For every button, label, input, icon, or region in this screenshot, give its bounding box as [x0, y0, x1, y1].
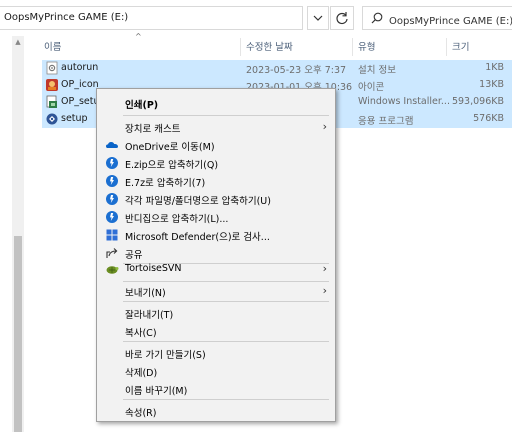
- column-header-name[interactable]: 이름: [44, 36, 61, 58]
- menu-item-label: 보내기(N): [125, 288, 166, 299]
- menu-item-label: OneDrive로 이동(M): [125, 142, 215, 153]
- bandizip-icon: [106, 175, 118, 187]
- onedrive-icon: [106, 142, 118, 148]
- menu-item-print[interactable]: 인쇄(P): [99, 93, 333, 113]
- menu-item-label: 인쇄(P): [125, 100, 159, 111]
- menu-item-create-shortcut[interactable]: 바로 가기 만들기(S): [99, 343, 333, 363]
- share-icon: [106, 248, 118, 258]
- address-history-dropdown[interactable]: [307, 6, 329, 30]
- file-type: Windows Installer...: [358, 96, 450, 107]
- menu-item-label: 잘라내기(T): [125, 310, 174, 321]
- search-box[interactable]: OopsMyPrince GAME (E:) 검: [362, 6, 512, 30]
- column-divider[interactable]: [240, 38, 241, 56]
- column-header-type[interactable]: 유형: [358, 36, 375, 58]
- chevron-down-icon: [313, 15, 323, 21]
- windows-defender-icon: [106, 229, 118, 241]
- sort-ascending-icon: ^: [135, 32, 142, 41]
- column-header-size[interactable]: 크기: [452, 36, 469, 58]
- menu-item-defender-scan[interactable]: Microsoft Defender(으)로 검사...: [99, 225, 333, 245]
- menu-item-compress-each[interactable]: 각각 파일명/폴더명으로 압축하기(U): [99, 189, 333, 209]
- file-type: 응용 프로그램: [358, 116, 414, 127]
- file-size: 593,096KB: [451, 96, 504, 107]
- file-name: setup: [61, 113, 88, 124]
- bandizip-icon: [106, 211, 118, 223]
- file-type: 설치 정보: [358, 65, 396, 76]
- menu-item-label: 속성(R): [125, 408, 157, 419]
- address-path: OopsMyPrince GAME (E:): [4, 12, 129, 23]
- menu-item-delete[interactable]: 삭제(D): [99, 361, 333, 381]
- file-type: 아이콘: [358, 82, 385, 93]
- settings-file-icon: [46, 61, 58, 75]
- file-modified: 2023-05-23 오후 7:37: [246, 65, 347, 76]
- menu-item-label: 복사(C): [125, 328, 157, 339]
- menu-item-label: 각각 파일명/폴더명으로 압축하기(U): [125, 196, 271, 207]
- submenu-arrow-icon: ›: [322, 120, 327, 133]
- file-name: OP_icon: [61, 79, 99, 90]
- submenu-arrow-icon: ›: [322, 284, 327, 297]
- menu-item-properties[interactable]: 속성(R): [99, 401, 333, 421]
- menu-separator: [123, 399, 329, 400]
- file-size: 576KB: [473, 113, 504, 124]
- menu-item-label: TortoiseSVN: [125, 263, 182, 274]
- file-name: autorun: [61, 62, 99, 73]
- column-divider[interactable]: [352, 38, 353, 56]
- column-divider[interactable]: [446, 38, 447, 56]
- menu-separator: [123, 341, 329, 342]
- submenu-arrow-icon: ›: [322, 262, 327, 275]
- navigation-scroll-thumb[interactable]: [14, 236, 22, 432]
- installer-icon: [46, 95, 57, 108]
- context-menu: 인쇄(P) 장치로 캐스트 › OneDrive로 이동(M) E.zip으로 …: [96, 88, 336, 422]
- menu-item-cut[interactable]: 잘라내기(T): [99, 303, 333, 323]
- setup-app-icon: [46, 113, 58, 125]
- menu-separator: [123, 301, 329, 302]
- menu-item-label: E.zip으로 압축하기(Q): [125, 160, 219, 171]
- menu-item-compress-7z[interactable]: E.7z로 압축하기(7): [99, 171, 333, 191]
- file-size: 1KB: [485, 62, 504, 73]
- column-header-modified[interactable]: 수정한 날짜: [246, 36, 293, 58]
- file-size: 13KB: [479, 79, 504, 90]
- menu-item-onedrive[interactable]: OneDrive로 이동(M): [99, 135, 333, 155]
- menu-item-label: 장치로 캐스트: [125, 124, 181, 135]
- menu-item-tortoisesvn[interactable]: TortoiseSVN ›: [99, 259, 333, 279]
- menu-item-label: Microsoft Defender(으)로 검사...: [125, 232, 270, 243]
- menu-item-rename[interactable]: 이름 바꾸기(M): [99, 379, 333, 399]
- menu-item-label: 이름 바꾸기(M): [125, 386, 188, 397]
- menu-item-send-to[interactable]: 보내기(N) ›: [99, 281, 333, 301]
- address-toolbar: OopsMyPrince GAME (E:) OopsMyPrince GAME…: [0, 0, 512, 36]
- bandizip-icon: [106, 157, 118, 169]
- file-row[interactable]: autorun 2023-05-23 오후 7:37 설치 정보 1KB: [42, 60, 512, 77]
- menu-item-label: 반디집으로 압축하기(L)...: [125, 214, 229, 225]
- refresh-button[interactable]: [330, 6, 354, 30]
- game-icon-file: [46, 79, 58, 91]
- scroll-up-arrow-icon[interactable]: ▲: [13, 38, 23, 46]
- menu-item-compress-zip[interactable]: E.zip으로 압축하기(Q): [99, 153, 333, 173]
- menu-item-label: 삭제(D): [125, 368, 158, 379]
- refresh-icon: [336, 12, 348, 25]
- menu-separator: [123, 115, 329, 116]
- search-icon: [371, 12, 383, 24]
- bandizip-icon: [106, 193, 118, 205]
- menu-item-label: 바로 가기 만들기(S): [125, 350, 206, 361]
- address-bar[interactable]: OopsMyPrince GAME (E:): [0, 6, 303, 30]
- menu-item-cast-to-device[interactable]: 장치로 캐스트 ›: [99, 117, 333, 137]
- menu-item-copy[interactable]: 복사(C): [99, 321, 333, 341]
- menu-item-compress-bandizip[interactable]: 반디집으로 압축하기(L)...: [99, 207, 333, 227]
- search-input[interactable]: OopsMyPrince GAME (E:) 검: [389, 12, 512, 27]
- menu-item-label: E.7z로 압축하기(7): [125, 178, 206, 189]
- tortoisesvn-icon: [106, 266, 119, 274]
